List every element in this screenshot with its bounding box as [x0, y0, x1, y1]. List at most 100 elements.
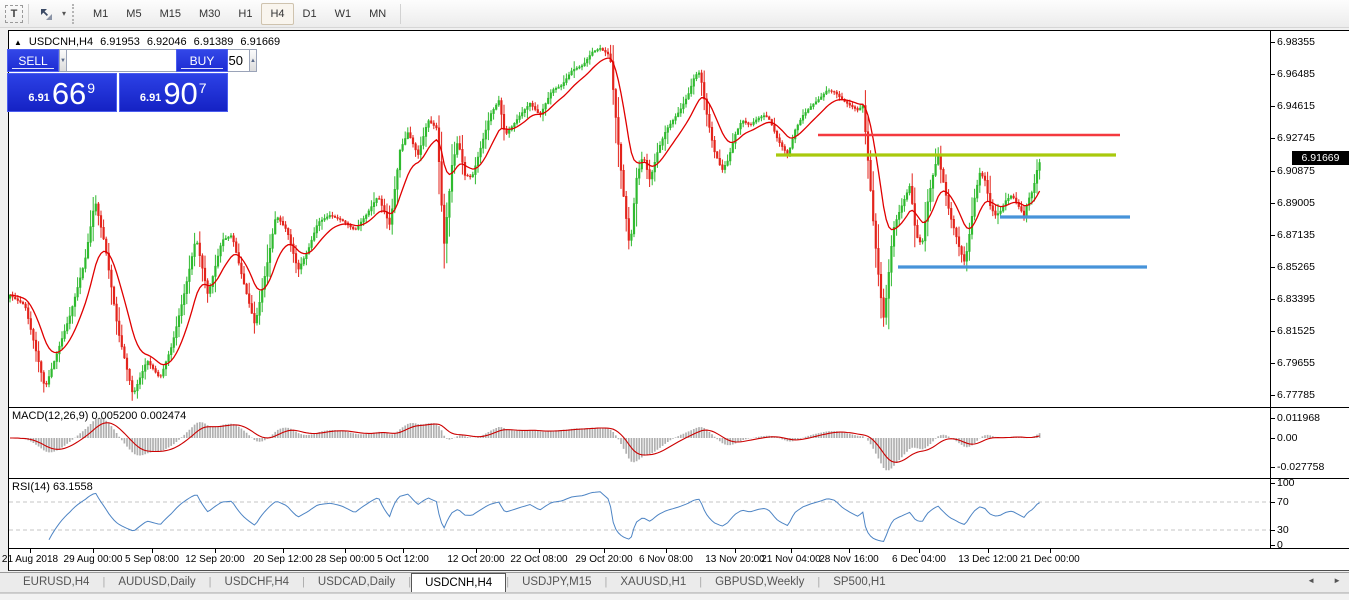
- rsi-indicator-canvas[interactable]: [9, 479, 1270, 548]
- price-axis-label-tick: [1271, 138, 1275, 139]
- timeframe-button-m1[interactable]: M1: [84, 3, 117, 25]
- macd-axis-label: 0.011968: [1277, 412, 1320, 424]
- price-axis-label-tick: [1271, 363, 1275, 364]
- cursor-arrows-button[interactable]: [34, 3, 58, 25]
- price-axis-label: 6.77785: [1277, 389, 1315, 401]
- timeframe-button-m30[interactable]: M30: [190, 3, 229, 25]
- rsi-label: RSI(14) 63.1558: [12, 481, 93, 493]
- buy-price-box[interactable]: 6.91 90 7: [119, 73, 229, 112]
- tab-scroll-controls: ◄ ►: [1307, 576, 1341, 585]
- time-axis-tick: [666, 549, 667, 553]
- rsi-axis-label: 30: [1277, 524, 1289, 536]
- rsi-axis-label-tick: [1271, 483, 1275, 484]
- macd-axis-label-tick: [1271, 467, 1275, 468]
- price-axis-label: 6.94615: [1277, 100, 1315, 112]
- symbol-name: USDCNH,H4: [29, 36, 93, 48]
- tab-audusd-daily[interactable]: AUDUSD,Daily: [105, 573, 208, 592]
- text-tool-icon[interactable]: T: [5, 5, 23, 23]
- timeframe-button-mn[interactable]: MN: [360, 3, 395, 25]
- macd-axis-label-tick: [1271, 418, 1275, 419]
- timeframe-button-h4[interactable]: H4: [261, 3, 293, 25]
- price-axis-label: 6.87135: [1277, 229, 1315, 241]
- price-axis-label-tick: [1271, 235, 1275, 236]
- time-axis-label: 21 Dec 00:00: [1008, 554, 1092, 565]
- macd-signal-line: [10, 423, 1040, 463]
- price-axis-label-tick: [1271, 299, 1275, 300]
- one-click-trade-panel: SELL ▼ ▲ BUY 6.91 66 9 6.91 90 7: [7, 49, 228, 112]
- time-axis-tick: [152, 549, 153, 553]
- volume-spinner: ▼ ▲: [59, 49, 176, 72]
- sell-price-prefix: 6.91: [28, 92, 49, 104]
- price-axis-label-tick: [1271, 395, 1275, 396]
- tab-gbpusd-weekly[interactable]: GBPUSD,Weekly: [702, 573, 817, 592]
- price-axis-label-tick: [1271, 203, 1275, 204]
- time-axis-tick: [30, 549, 31, 553]
- time-axis-tick: [791, 549, 792, 553]
- timeframe-button-m15[interactable]: M15: [151, 3, 190, 25]
- tab-eurusd-h4[interactable]: EURUSD,H4: [10, 573, 102, 592]
- price-axis-label: 6.81525: [1277, 325, 1315, 337]
- tab-xauusd-h1[interactable]: XAUUSD,H1: [607, 573, 699, 592]
- sell-price-sup: 9: [87, 80, 95, 96]
- time-axis-tick: [919, 549, 920, 553]
- timeframe-button-h1[interactable]: H1: [229, 3, 261, 25]
- macd-axis-label-tick: [1271, 438, 1275, 439]
- time-axis-tick: [1050, 549, 1051, 553]
- timeframe-button-w1[interactable]: W1: [326, 3, 361, 25]
- macd-axis-label: -0.027758: [1277, 461, 1324, 473]
- ohlc-low: 6.91389: [194, 36, 234, 48]
- time-axis-tick: [345, 549, 346, 553]
- volume-increase-button[interactable]: ▲: [249, 49, 257, 72]
- time-axis-label: 5 Oct 12:00: [361, 554, 445, 565]
- price-axis-label-tick: [1271, 267, 1275, 268]
- sell-button[interactable]: SELL: [7, 49, 59, 72]
- rsi-axis-label: 70: [1277, 496, 1289, 508]
- price-axis-label: 6.83395: [1277, 293, 1315, 305]
- buy-button[interactable]: BUY: [176, 49, 228, 72]
- price-axis-label: 6.79655: [1277, 357, 1315, 369]
- macd-indicator-canvas[interactable]: [9, 408, 1270, 478]
- price-axis-label-tick: [1271, 74, 1275, 75]
- toolbar-grip-handle[interactable]: [72, 4, 78, 24]
- double-arrow-icon: [37, 6, 55, 22]
- ohlc-open: 6.91953: [100, 36, 140, 48]
- price-axis-label: 6.90875: [1277, 165, 1315, 177]
- rsi-axis-label-tick: [1271, 502, 1275, 503]
- timeframe-button-group: M1M5M15M30H1H4D1W1MN: [84, 3, 395, 25]
- collapse-triangle-icon[interactable]: ▲: [14, 38, 22, 47]
- tab-usdchf-h4[interactable]: USDCHF,H4: [212, 573, 303, 592]
- price-axis-label: 6.89005: [1277, 197, 1315, 209]
- tab-usdcnh-h4[interactable]: USDCNH,H4: [411, 573, 506, 592]
- macd-histogram: [10, 418, 1040, 470]
- price-axis-label: 6.96485: [1277, 68, 1315, 80]
- volume-decrease-button[interactable]: ▼: [59, 49, 67, 72]
- toolbar-separator: [400, 4, 401, 24]
- timeframe-button-m5[interactable]: M5: [117, 3, 150, 25]
- chart-tabs: EURUSD,H4|AUDUSD,Daily|USDCHF,H4|USDCAD,…: [10, 573, 899, 592]
- tab-usdjpy-m15[interactable]: USDJPY,M15: [509, 573, 604, 592]
- price-axis-label: 6.92745: [1277, 132, 1315, 144]
- rsi-axis-label: 100: [1277, 477, 1295, 489]
- macd-label: MACD(12,26,9) 0.005200 0.002474: [12, 410, 186, 422]
- status-strip: [0, 593, 1349, 600]
- ohlc-close: 6.91669: [240, 36, 280, 48]
- tool-dropdown-caret-icon[interactable]: ▾: [58, 3, 70, 25]
- time-axis-tick: [93, 549, 94, 553]
- buy-price-sup: 7: [199, 80, 207, 96]
- time-axis-tick: [539, 549, 540, 553]
- tab-sp500-h1[interactable]: SP500,H1: [820, 573, 898, 592]
- mt4-window: T ▾ M1M5M15M30H1H4D1W1MN ▲ USDCNH,H4 6.9…: [0, 0, 1349, 600]
- tab-scroll-left-icon[interactable]: ◄: [1307, 576, 1315, 585]
- time-axis-tick: [215, 549, 216, 553]
- time-axis-tick: [476, 549, 477, 553]
- tab-usdcad-daily[interactable]: USDCAD,Daily: [305, 573, 408, 592]
- buy-price-prefix: 6.91: [140, 92, 161, 104]
- sell-price-box[interactable]: 6.91 66 9: [7, 73, 117, 112]
- time-axis-tick: [988, 549, 989, 553]
- current-price-badge: 6.91669: [1292, 151, 1349, 165]
- rsi-timeaxis-divider: [8, 548, 1349, 549]
- timeframe-button-d1[interactable]: D1: [294, 3, 326, 25]
- buy-price-big: 90: [163, 79, 197, 108]
- tab-scroll-right-icon[interactable]: ►: [1333, 576, 1341, 585]
- time-axis-tick: [283, 549, 284, 553]
